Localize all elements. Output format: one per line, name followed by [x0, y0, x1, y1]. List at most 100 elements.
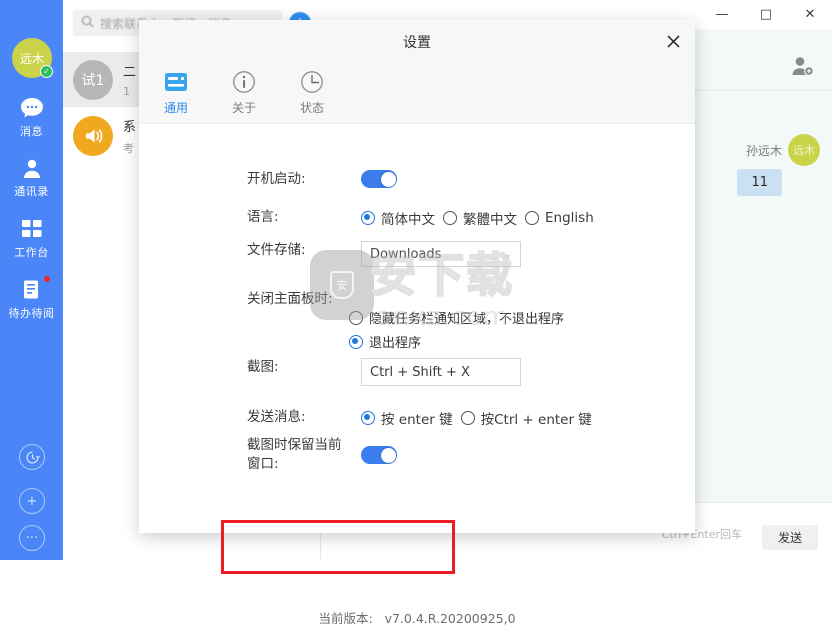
toggle-switch[interactable]	[361, 446, 397, 464]
startup-toggle[interactable]	[361, 170, 397, 192]
startup-label: 开机启动:	[247, 171, 306, 187]
list-item-texts: 二 1	[123, 61, 136, 98]
more-dots-icon[interactable]: ···	[19, 525, 45, 551]
toggle-knob	[380, 447, 396, 463]
close-behavior-options: 隐藏任务栏通知区域，不退出程序 退出程序	[349, 308, 564, 351]
radio-option-enter[interactable]: 按 enter 键	[361, 408, 453, 428]
list-item-title: 系	[123, 119, 137, 135]
language-label: 语言:	[247, 209, 279, 225]
message-sender: 孙远木	[745, 143, 782, 158]
avatar: 试1	[73, 59, 113, 100]
dialog-title: 设置	[403, 35, 431, 51]
keep-window-label-line1: 截图时保留当前	[247, 437, 342, 453]
file-storage-label: 文件存储:	[247, 242, 306, 258]
list-item-snippet: 考	[123, 141, 134, 155]
close-icon[interactable]: ✕	[788, 0, 832, 29]
avatar: 远木	[788, 134, 820, 166]
sidebar-item-label: 通讯录	[14, 185, 49, 198]
radio-label: 退出程序	[369, 336, 422, 351]
close-icon[interactable]	[661, 29, 685, 53]
sidebar-item-messages[interactable]: 消息	[0, 96, 63, 139]
radio-indicator	[443, 211, 457, 225]
tab-about[interactable]: 关于	[221, 69, 267, 116]
dialog-body: 开机启动: 语言: 简体中文 繁體中文 English 文件存储: Downlo…	[139, 124, 695, 626]
add-person-icon[interactable]	[790, 55, 814, 81]
message-bubble: 11	[737, 169, 782, 196]
screenshot-hotkey-input[interactable]: Ctrl + Shift + X	[361, 358, 521, 386]
grid-apps-icon	[0, 217, 63, 241]
radio-option-traditional-chinese[interactable]: 繁體中文	[443, 208, 517, 228]
left-nav-rail: 远木 ✓ 消息 通讯录 工作台 待办待阅 + ···	[0, 0, 63, 560]
contacts-person-icon	[0, 156, 63, 180]
tab-label: 通用	[163, 101, 188, 115]
keep-window-label-line2: 窗口:	[247, 456, 279, 472]
radio-label: 繁體中文	[463, 212, 517, 228]
sidebar-item-label: 待办待阅	[8, 307, 55, 320]
dialog-titlebar: 设置	[139, 20, 695, 62]
radio-label: 隐藏任务栏通知区域，不退出程序	[369, 312, 565, 327]
file-storage-field[interactable]: Downloads ⌄	[361, 241, 521, 267]
file-storage-value: Downloads	[370, 246, 442, 262]
version-line: 当前版本: v7.0.4.R.20200925,0	[139, 608, 695, 627]
version-label: 当前版本:	[318, 611, 373, 626]
file-storage-select[interactable]: Downloads ⌄	[361, 241, 521, 267]
user-avatar[interactable]: 远木 ✓	[12, 38, 53, 78]
list-item-texts: 系 考	[123, 116, 136, 156]
todo-list-icon	[0, 275, 63, 302]
history-clock-icon[interactable]	[19, 444, 45, 470]
sidebar-item-workbench[interactable]: 工作台	[0, 217, 63, 260]
radio-indicator	[349, 310, 363, 325]
keep-window-label: 截图时保留当前 窗口:	[247, 436, 367, 474]
tab-label: 状态	[299, 101, 324, 115]
sidebar-item-label: 工作台	[14, 246, 49, 259]
radio-indicator	[460, 411, 475, 425]
megaphone-icon	[73, 115, 113, 156]
radio-label: English	[545, 210, 594, 226]
tab-label: 关于	[231, 101, 256, 115]
clock-circle-icon	[289, 69, 335, 95]
screenshot-label: 截图:	[247, 359, 279, 375]
toggle-knob	[380, 171, 396, 187]
message-item: 孙远木 远木 11	[737, 134, 820, 196]
list-item-snippet: 1	[123, 85, 130, 98]
keep-window-toggle[interactable]	[361, 446, 397, 468]
radio-indicator	[525, 211, 539, 225]
radio-indicator	[361, 211, 375, 225]
send-message-label: 发送消息:	[247, 409, 306, 425]
plus-icon[interactable]: +	[19, 488, 45, 514]
maximize-icon[interactable]: □	[744, 0, 788, 29]
screenshot-field[interactable]: Ctrl + Shift + X	[361, 358, 521, 386]
radio-label: 按Ctrl + enter 键	[480, 412, 592, 428]
radio-option-exit-program[interactable]: 退出程序	[349, 332, 564, 351]
sidebar-item-contacts[interactable]: 通讯录	[0, 156, 63, 199]
minimize-icon[interactable]: —	[700, 0, 744, 29]
radio-option-minimize-to-tray[interactable]: 隐藏任务栏通知区域，不退出程序	[349, 308, 564, 327]
list-item-title: 二	[123, 65, 137, 80]
language-options: 简体中文 繁體中文 English	[361, 208, 594, 228]
check-icon: ✓	[40, 65, 53, 78]
info-circle-icon	[221, 69, 267, 95]
radio-indicator	[349, 334, 363, 349]
sidebar-item-todo[interactable]: 待办待阅	[0, 275, 63, 321]
chat-bubble-icon	[0, 96, 63, 120]
tab-general[interactable]: 通用	[153, 69, 199, 116]
radio-label: 简体中文	[381, 212, 435, 228]
radio-indicator	[361, 411, 375, 425]
card-general-icon	[153, 69, 199, 95]
search-icon	[81, 15, 94, 32]
send-message-options: 按 enter 键 按Ctrl + enter 键	[361, 408, 592, 428]
close-behavior-label: 关闭主面板时:	[247, 291, 333, 307]
sidebar-item-label: 消息	[20, 125, 43, 138]
notification-badge	[43, 275, 51, 283]
radio-label: 按 enter 键	[381, 412, 453, 428]
settings-dialog: 设置 通用 关于 状态 开机启动: 语言: 简体中文 繁體中文 English …	[139, 20, 695, 626]
version-value: v7.0.4.R.20200925,0	[384, 611, 516, 626]
radio-option-simplified-chinese[interactable]: 简体中文	[361, 208, 435, 228]
dialog-tabs: 通用 关于 状态	[139, 62, 695, 124]
toggle-switch[interactable]	[361, 170, 397, 188]
radio-option-english[interactable]: English	[525, 210, 594, 226]
send-button[interactable]: 发送	[762, 525, 818, 550]
chevron-down-icon: ⌄	[503, 248, 512, 260]
tab-status[interactable]: 状态	[289, 69, 335, 116]
radio-option-ctrl-enter[interactable]: 按Ctrl + enter 键	[460, 408, 592, 428]
